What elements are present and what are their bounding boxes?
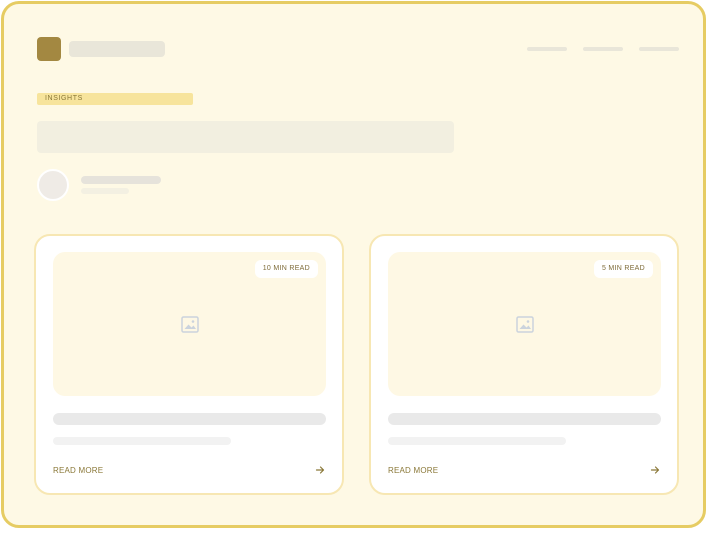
read-time-badge: 5 MIN READ <box>593 260 653 278</box>
nav-link-1[interactable] <box>527 47 567 51</box>
author-meta-placeholder <box>81 188 129 194</box>
card-excerpt-placeholder <box>388 437 566 445</box>
arrow-right-icon[interactable] <box>650 465 660 475</box>
headline-placeholder <box>37 121 454 153</box>
nav-link-3[interactable] <box>639 47 679 51</box>
card-image-placeholder: 10 MIN READ <box>53 252 326 396</box>
card-title-placeholder <box>388 413 661 425</box>
card-excerpt-placeholder <box>53 437 231 445</box>
category-badge: INSIGHTS <box>37 93 193 105</box>
nav-link-2[interactable] <box>583 47 623 51</box>
avatar[interactable] <box>37 169 69 201</box>
read-time-badge: 10 MIN READ <box>254 260 318 278</box>
article-card[interactable]: 10 MIN READ READ MORE <box>34 234 344 495</box>
image-placeholder-icon <box>516 316 534 333</box>
arrow-right-icon[interactable] <box>315 465 325 475</box>
image-placeholder-icon <box>181 316 199 333</box>
page-frame: INSIGHTS 10 MIN READ READ MORE 5 MIN REA… <box>1 1 706 528</box>
card-title-placeholder <box>53 413 326 425</box>
read-more-link[interactable]: READ MORE <box>53 466 103 476</box>
card-image-placeholder: 5 MIN READ <box>388 252 661 396</box>
read-more-link[interactable]: READ MORE <box>388 466 438 476</box>
brand-name-placeholder[interactable] <box>69 41 165 57</box>
author-name-placeholder <box>81 176 161 184</box>
logo-icon[interactable] <box>37 37 61 61</box>
article-card[interactable]: 5 MIN READ READ MORE <box>369 234 679 495</box>
